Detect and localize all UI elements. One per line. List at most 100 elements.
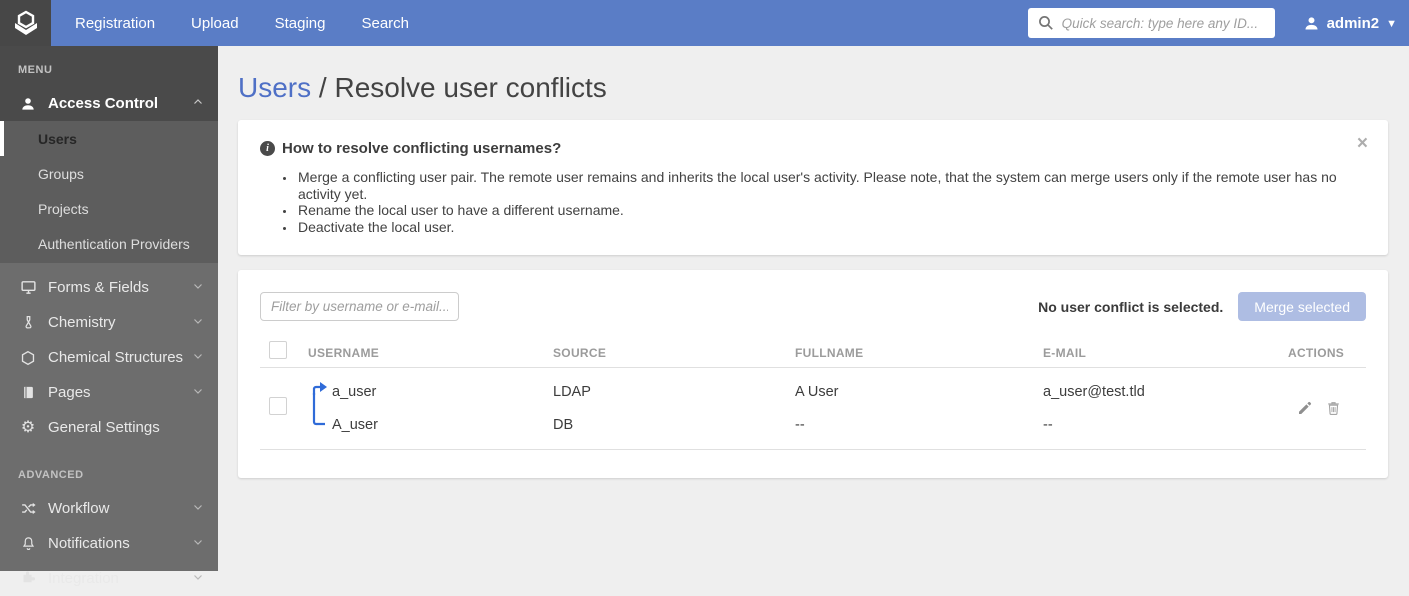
sidebar-item-label: Chemistry (48, 314, 116, 331)
breadcrumb-separator: / (318, 72, 327, 103)
sidebar-item-integration[interactable]: Integration (0, 561, 218, 596)
benzene-hexagon-icon (18, 350, 38, 366)
info-bullet-list: Merge a conflicting user pair. The remot… (296, 169, 1366, 235)
merge-selected-button[interactable]: Merge selected (1238, 292, 1366, 321)
breadcrumb: Users / Resolve user conflicts (218, 46, 1409, 104)
book-icon (18, 385, 38, 400)
sidebar-item-projects[interactable]: Projects (0, 191, 218, 226)
bell-icon (18, 536, 38, 551)
close-icon[interactable]: × (1357, 134, 1368, 153)
app-logo[interactable] (0, 0, 51, 46)
info-panel-title: How to resolve conflicting usernames? (282, 140, 562, 157)
column-header-source: SOURCE (553, 345, 607, 360)
selection-status-text: No user conflict is selected. (1038, 298, 1224, 315)
info-bullet: Deactivate the local user. (296, 219, 1366, 236)
user-icon (1305, 16, 1318, 30)
top-navbar: Registration Upload Staging Search admin… (0, 0, 1409, 46)
sidebar-item-chemical-structures[interactable]: Chemical Structures (0, 340, 218, 375)
page-title: Resolve user conflicts (334, 72, 607, 103)
sidebar-item-notifications[interactable]: Notifications (0, 526, 218, 561)
column-header-username: USERNAME (308, 345, 380, 360)
edit-pencil-icon[interactable] (1297, 400, 1313, 416)
sidebar-item-label: Authentication Providers (38, 235, 190, 252)
access-control-submenu: Users Groups Projects Authentication Pro… (0, 121, 218, 263)
user-menu[interactable]: admin2 ▼ (1303, 15, 1397, 32)
hexagon-logo-icon (14, 10, 37, 35)
sidebar-item-workflow[interactable]: Workflow (0, 491, 218, 526)
chevron-down-icon (192, 349, 204, 366)
table-toolbar: No user conflict is selected. Merge sele… (260, 292, 1366, 321)
remote-fullname: A User (795, 383, 839, 400)
sidebar: MENU Access Control Users Groups Project… (0, 46, 218, 587)
chevron-down-icon (192, 500, 204, 517)
person-icon (18, 96, 38, 112)
breadcrumb-users-link[interactable]: Users (238, 72, 311, 103)
remote-email: a_user@test.tld (1043, 383, 1145, 400)
sidebar-item-label: Workflow (48, 500, 110, 517)
sidebar-item-general-settings[interactable]: ⚙ General Settings (0, 410, 218, 445)
column-header-email: E-MAIL (1043, 345, 1087, 360)
local-source: DB (553, 416, 574, 433)
info-panel: i How to resolve conflicting usernames? … (238, 120, 1388, 255)
sidebar-item-label: Users (38, 130, 77, 147)
main-content: Users / Resolve user conflicts i How to … (218, 46, 1409, 571)
select-all-checkbox[interactable] (269, 341, 287, 359)
sidebar-item-label: Pages (48, 384, 91, 401)
sidebar-item-label: Projects (38, 200, 89, 217)
search-icon (1038, 15, 1054, 36)
flask-icon (18, 315, 38, 330)
sidebar-section-label-menu: MENU (18, 64, 53, 76)
chevron-down-icon (192, 535, 204, 552)
info-panel-title-row: i How to resolve conflicting usernames? (260, 140, 1366, 157)
puzzle-icon (18, 571, 38, 586)
sidebar-item-pages[interactable]: Pages (0, 375, 218, 410)
column-header-fullname: FULLNAME (795, 345, 864, 360)
sidebar-section-label-advanced: ADVANCED (18, 469, 84, 481)
sidebar-item-forms-fields[interactable]: Forms & Fields (0, 270, 218, 305)
sidebar-item-users[interactable]: Users (0, 121, 218, 156)
nav-item-search[interactable]: Search (361, 15, 409, 32)
top-nav-menu: Registration Upload Staging Search (75, 15, 409, 32)
chevron-down-icon (192, 384, 204, 401)
caret-down-icon: ▼ (1386, 18, 1397, 30)
info-icon: i (260, 141, 275, 156)
merge-connector-icon (312, 382, 327, 426)
remote-source: LDAP (553, 383, 591, 400)
local-username: A_user (332, 416, 378, 433)
chevron-down-icon (192, 314, 204, 331)
filter-input[interactable] (260, 292, 459, 321)
user-conflicts-card: No user conflict is selected. Merge sele… (238, 270, 1388, 478)
chevron-up-icon (192, 95, 204, 112)
user-name-label: admin2 (1326, 14, 1380, 32)
delete-trash-icon[interactable] (1326, 400, 1341, 416)
sidebar-item-label: Integration (48, 570, 119, 587)
remote-username: a_user (332, 383, 377, 400)
local-email: -- (1043, 416, 1053, 433)
sidebar-item-label: General Settings (48, 419, 160, 436)
chevron-down-icon (192, 570, 204, 587)
nav-item-upload[interactable]: Upload (191, 15, 239, 32)
quick-search-box (1027, 8, 1275, 38)
info-bullet: Rename the local user to have a differen… (296, 202, 1366, 219)
sidebar-item-authentication-providers[interactable]: Authentication Providers (0, 226, 218, 261)
quick-search-input[interactable] (1027, 8, 1275, 38)
info-bullet: Merge a conflicting user pair. The remot… (296, 169, 1366, 202)
pair-checkbox[interactable] (269, 396, 287, 415)
sidebar-item-label: Groups (38, 165, 84, 182)
sidebar-item-label: Forms & Fields (48, 279, 149, 296)
local-fullname: -- (795, 416, 805, 433)
sidebar-item-label: Access Control (48, 95, 159, 112)
gear-icon: ⚙ (20, 418, 36, 436)
nav-item-registration[interactable]: Registration (75, 15, 155, 32)
sidebar-item-chemistry[interactable]: Chemistry (0, 305, 218, 340)
sidebar-item-access-control[interactable]: Access Control (0, 86, 218, 121)
nav-item-staging[interactable]: Staging (275, 15, 326, 32)
conflict-pair-row: a_user A_user LDAP DB A User -- a_user@t… (260, 368, 1366, 450)
monitor-icon (18, 279, 38, 296)
table-header-row: USERNAME SOURCE FULLNAME E-MAIL ACTIONS (260, 338, 1366, 368)
sidebar-item-groups[interactable]: Groups (0, 156, 218, 191)
sidebar-item-label: Notifications (48, 535, 130, 552)
column-header-actions: ACTIONS (1288, 345, 1345, 360)
shuffle-icon (18, 500, 38, 517)
chevron-down-icon (192, 279, 204, 296)
